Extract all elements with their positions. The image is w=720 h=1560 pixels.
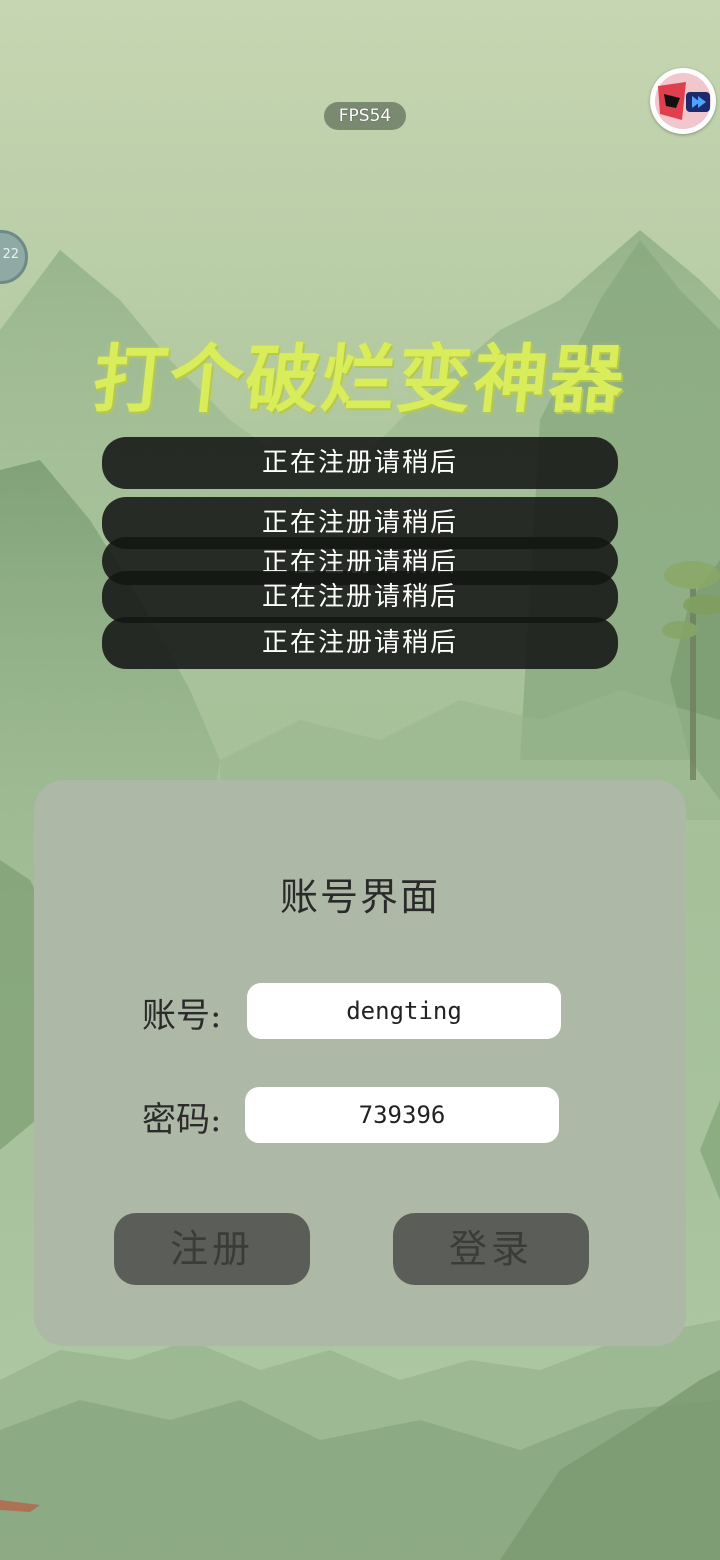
panel-title: 账号界面 [279,875,440,919]
red-blue-play-badge-icon [655,73,711,129]
toast-message: 正在注册请稍后 [102,437,618,489]
password-label: 密码: [142,1100,222,1140]
fps-counter: FPS54 [324,102,406,130]
register-button[interactable]: 注册 [114,1213,310,1285]
toast-message: 正在注册请稍后 [102,617,618,669]
login-button[interactable]: 登录 [393,1213,589,1285]
game-title: 打个破烂变神器 [88,337,630,423]
account-input[interactable]: dengting [247,983,561,1039]
password-input[interactable]: 739396 [245,1087,559,1143]
corner-badge-button[interactable] [650,68,716,134]
account-label: 账号: [142,996,222,1036]
side-badge-text: 22 [2,247,19,262]
toast-message: 正在注册请稍后 [102,571,618,623]
